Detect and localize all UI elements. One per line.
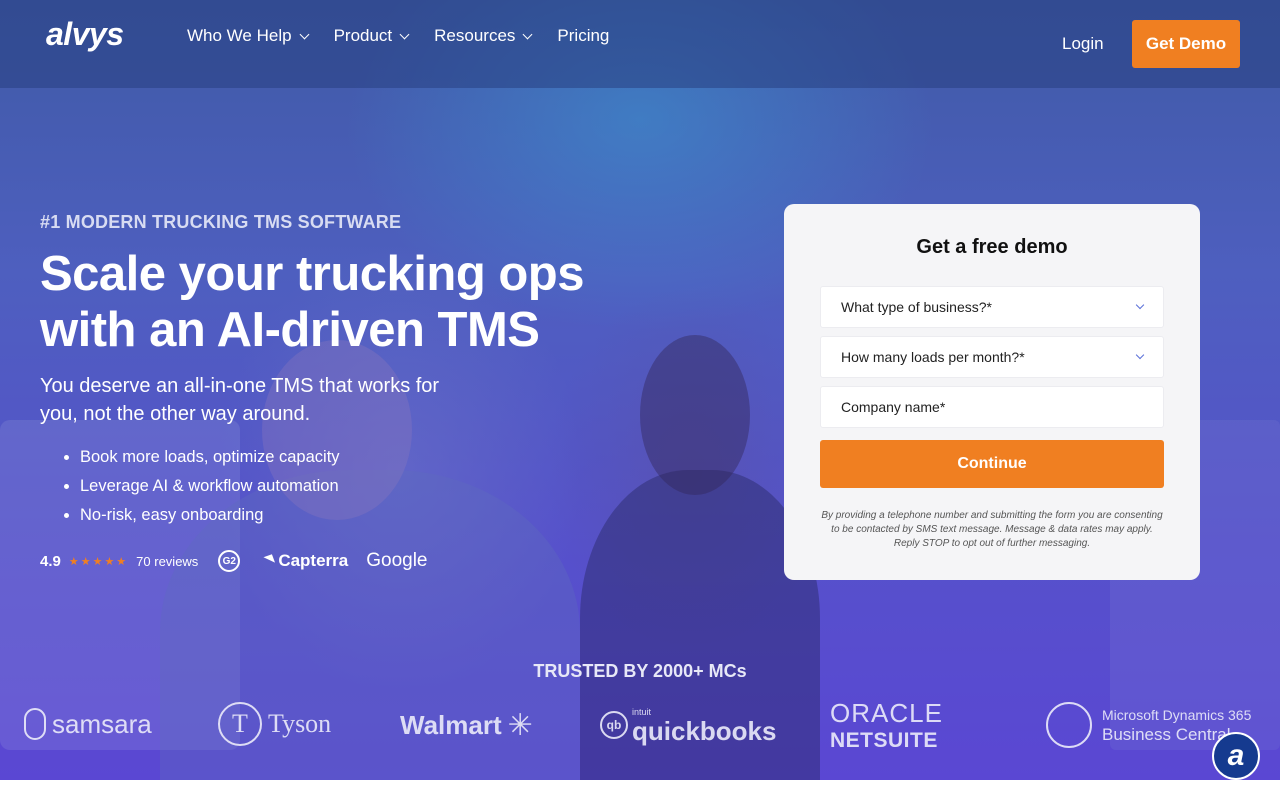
hero-subhead: You deserve an all-in-one TMS that works… bbox=[40, 375, 440, 425]
sms-disclaimer: By providing a telephone number and subm… bbox=[821, 510, 1163, 549]
hero-headline: Scale your trucking ops with an AI-drive… bbox=[40, 247, 585, 357]
oracle-netsuite-logo: ORACLE NETSUITE bbox=[830, 698, 943, 753]
samsara-wordmark: samsara bbox=[52, 708, 152, 739]
nav-label: Who We Help bbox=[187, 26, 292, 45]
get-demo-button[interactable]: Get Demo bbox=[1132, 20, 1240, 68]
chevron-down-icon bbox=[522, 29, 533, 39]
select-placeholder: How many loads per month?* bbox=[841, 349, 1025, 365]
nav-who-we-help[interactable]: Who We Help bbox=[187, 26, 310, 46]
alvys-logo[interactable]: alvys bbox=[46, 16, 124, 53]
site-header: alvys Who We Help Product Resources Pric… bbox=[0, 0, 1280, 88]
capterra-logo: Capterra bbox=[255, 551, 349, 571]
samsara-logo: samsara bbox=[24, 708, 152, 740]
capterra-arrow-icon bbox=[255, 553, 276, 569]
netsuite-wordmark: NETSUITE bbox=[830, 729, 938, 752]
reviews-count: 70 reviews bbox=[136, 553, 199, 569]
list-item: No-risk, easy onboarding bbox=[80, 501, 340, 530]
customer-logos: samsara T Tyson Walmart ✳ qb intuit quic… bbox=[0, 698, 1280, 760]
continue-button[interactable]: Continue bbox=[820, 440, 1164, 488]
dynamics-network-icon bbox=[1046, 702, 1092, 748]
oracle-wordmark: ORACLE bbox=[830, 698, 943, 728]
chevron-down-icon bbox=[299, 29, 310, 39]
google-logo: Google bbox=[366, 550, 428, 571]
rating-row: 4.9 ★★★★★ 70 reviews G2 Capterra Google bbox=[40, 550, 428, 572]
input-placeholder: Company name* bbox=[841, 399, 946, 415]
g2-logo-icon: G2 bbox=[218, 550, 241, 572]
samsara-owl-icon bbox=[24, 708, 46, 740]
login-link[interactable]: Login bbox=[1062, 34, 1104, 54]
hero-benefits-list: Book more loads, optimize capacity Lever… bbox=[80, 443, 340, 530]
business-type-select[interactable]: What type of business?* bbox=[820, 286, 1164, 328]
rating-value: 4.9 bbox=[40, 552, 61, 570]
chevron-down-icon bbox=[399, 29, 410, 39]
hero-section: alvys Who We Help Product Resources Pric… bbox=[0, 0, 1280, 780]
quickbooks-qb-icon: qb bbox=[600, 711, 628, 739]
nav-label: Resources bbox=[434, 26, 516, 45]
main-nav: Who We Help Product Resources Pricing bbox=[187, 26, 635, 46]
chat-launcher-icon[interactable]: a bbox=[1212, 732, 1260, 780]
quickbooks-wordmark: quickbooks bbox=[632, 716, 777, 746]
quickbooks-logo: qb intuit quickbooks bbox=[600, 706, 776, 744]
hero-photo-person-2-head bbox=[640, 335, 750, 495]
chevron-down-icon bbox=[1135, 300, 1145, 310]
nav-label: Pricing bbox=[557, 26, 610, 45]
trusted-heading: TRUSTED BY 2000+ MCs bbox=[533, 661, 747, 681]
ms-line-1: Microsoft Dynamics 365 bbox=[1102, 707, 1252, 723]
hero-eyebrow: #1 MODERN TRUCKING TMS SOFTWARE bbox=[40, 212, 402, 232]
nav-product[interactable]: Product bbox=[333, 26, 410, 46]
company-name-input[interactable]: Company name* bbox=[820, 386, 1164, 428]
list-item: Leverage AI & workflow automation bbox=[80, 472, 340, 501]
select-placeholder: What type of business?* bbox=[841, 299, 992, 315]
star-rating-icon: ★★★★★ bbox=[68, 555, 129, 568]
nav-resources[interactable]: Resources bbox=[434, 26, 533, 46]
walmart-wordmark: Walmart bbox=[400, 710, 502, 740]
loads-per-month-select[interactable]: How many loads per month?* bbox=[820, 336, 1164, 378]
tyson-logo: T Tyson bbox=[218, 702, 331, 746]
chevron-down-icon bbox=[1135, 350, 1145, 360]
list-item: Book more loads, optimize capacity bbox=[80, 443, 340, 472]
walmart-logo: Walmart ✳ bbox=[400, 708, 533, 743]
walmart-spark-icon: ✳ bbox=[507, 709, 533, 742]
tyson-t-icon: T bbox=[218, 702, 262, 746]
nav-pricing[interactable]: Pricing bbox=[557, 26, 609, 46]
tyson-wordmark: Tyson bbox=[268, 709, 332, 738]
demo-form-card: Get a free demo What type of business?* … bbox=[784, 204, 1200, 580]
demo-form-title: Get a free demo bbox=[916, 236, 1068, 258]
nav-label: Product bbox=[333, 26, 393, 45]
capterra-label: Capterra bbox=[278, 551, 349, 570]
